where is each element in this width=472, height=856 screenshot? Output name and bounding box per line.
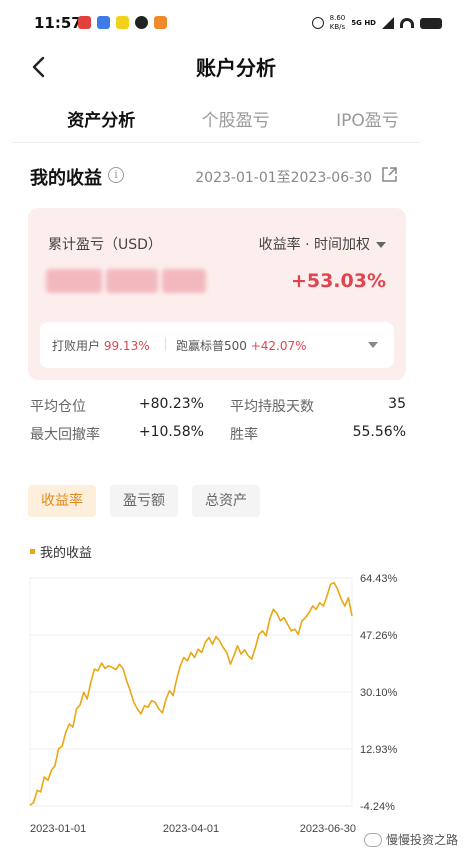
blur-block: [106, 269, 158, 293]
x-tick-label: 2023-06-30: [300, 823, 356, 835]
status-time: 11:57: [34, 14, 82, 32]
x-tick-label: 2023-04-01: [163, 823, 219, 835]
chart-tab-pnl-amount[interactable]: 盈亏额: [110, 485, 178, 517]
app-notification-icon: [135, 16, 148, 29]
tab-asset-analysis[interactable]: 资产分析: [67, 100, 135, 136]
return-chart[interactable]: 64.43% 47.26% 30.10% 12.93% -4.24% 2023-01-01…: [0, 566, 472, 846]
x-tick-label: 2023-01-01: [30, 823, 86, 835]
beat-users-label: 打败用户: [52, 339, 101, 353]
y-tick-label: 64.43%: [360, 573, 398, 585]
legend-label: 我的收益: [40, 546, 93, 561]
y-tick-label: 12.93%: [360, 744, 398, 756]
chart-tab-total-assets[interactable]: 总资产: [192, 485, 260, 517]
share-icon[interactable]: [381, 166, 398, 183]
date-range[interactable]: 2023-01-01至2023-06-30: [195, 167, 372, 187]
blur-block: [162, 269, 206, 293]
watermark: 慢慢投资之路: [363, 831, 458, 848]
chart-tab-return-rate[interactable]: 收益率: [28, 485, 96, 517]
masked-pnl-amount: [46, 266, 210, 296]
stat-label: 平均仓位: [30, 399, 86, 415]
stat-label: 平均持股天数: [230, 399, 314, 415]
stat-label: 胜率: [230, 427, 258, 443]
benchmark-bar[interactable]: 打败用户 99.13% 跑赢标普500 +42.07%: [40, 322, 394, 368]
chart-tabs: 收益率 盈亏额 总资产: [28, 485, 260, 517]
stat-value: 55.56%: [352, 424, 406, 440]
info-icon[interactable]: i: [108, 167, 124, 183]
header: 账户分析: [0, 48, 472, 88]
cumulative-pnl-label: 累计盈亏（USD）: [48, 237, 162, 253]
metric-select-label: 收益率 · 时间加权: [258, 237, 370, 253]
beat-sp500-label: 跑赢标普500: [176, 339, 247, 353]
stat-value: +10.58%: [138, 424, 204, 440]
tab-bar: 资产分析 个股盈亏 IPO盈亏: [0, 100, 472, 136]
beat-sp500-value: +42.07%: [250, 339, 307, 353]
y-tick-label: 30.10%: [360, 687, 398, 699]
caret-down-icon: [368, 342, 378, 348]
page-title: 账户分析: [196, 56, 276, 80]
y-tick-label: 47.26%: [360, 630, 398, 642]
metric-select[interactable]: 收益率 · 时间加权: [259, 234, 386, 254]
tab-stock-pnl[interactable]: 个股盈亏: [202, 100, 270, 136]
wifi-icon: [400, 18, 414, 28]
stat-value: +80.23%: [138, 396, 204, 412]
network-speed: 8.60 KB/s: [330, 14, 346, 32]
status-bar: 11:57 8.60 KB/s 5G HD: [0, 0, 472, 48]
watermark-text: 慢慢投资之路: [385, 833, 458, 847]
beat-users: 打败用户 99.13%: [52, 337, 150, 354]
stat-row: 最大回撤率 +10.58% 胜率 55.56%: [30, 424, 406, 452]
caret-down-icon: [376, 242, 386, 248]
notification-icons: [78, 16, 167, 29]
stats-grid: 平均仓位 +80.23% 平均持股天数 35 最大回撤率 +10.58% 胜率 …: [30, 396, 406, 452]
alarm-icon: [311, 17, 324, 29]
speed-value: 8.60: [329, 14, 346, 22]
beat-users-value: 99.13%: [103, 339, 150, 353]
legend-swatch: [30, 549, 35, 554]
divider: [12, 142, 420, 143]
return-value: +53.03%: [290, 270, 386, 292]
stat-label: 最大回撤率: [30, 427, 100, 443]
app-notification-icon: [116, 16, 129, 29]
tab-ipo-pnl[interactable]: IPO盈亏: [336, 100, 399, 136]
chart-legend: 我的收益: [30, 542, 92, 561]
signal-icon: [382, 17, 394, 29]
series-line: [29, 581, 353, 806]
divider: [165, 337, 166, 351]
network-type: 5G HD: [351, 19, 376, 27]
app-notification-icon: [154, 16, 167, 29]
system-status: 8.60 KB/s 5G HD: [311, 14, 442, 32]
y-tick-label: -4.24%: [360, 801, 395, 813]
stat-row: 平均仓位 +80.23% 平均持股天数 35: [30, 396, 406, 424]
beat-sp500: 跑赢标普500 +42.07%: [176, 337, 307, 354]
speed-unit: KB/s: [329, 23, 346, 31]
section-title: 我的收益: [30, 168, 102, 189]
pnl-card: 累计盈亏（USD） 收益率 · 时间加权 +53.03% 打败用户 99.13%…: [28, 208, 406, 380]
watermark-logo-icon: [363, 832, 382, 847]
battery-icon: [420, 17, 442, 29]
stat-value: 35: [388, 396, 406, 412]
blur-block: [46, 269, 102, 293]
app-notification-icon: [97, 16, 110, 29]
app-notification-icon: [78, 16, 91, 29]
